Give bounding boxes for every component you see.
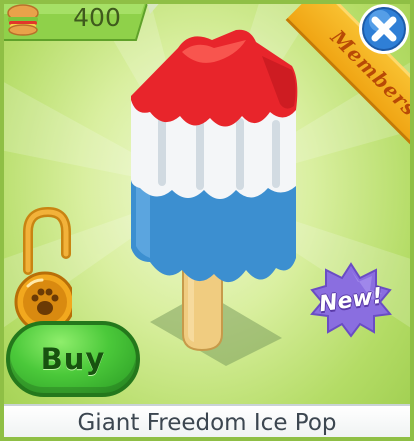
buy-button-label: Buy: [40, 342, 106, 376]
item-shop-popup: 400 Members New! Buy Giant Freedom Ice P…: [0, 0, 414, 441]
sandwich-icon: [7, 4, 39, 36]
close-button[interactable]: [357, 2, 411, 56]
buy-button[interactable]: Buy: [6, 321, 140, 397]
item-name: Giant Freedom Ice Pop: [77, 410, 337, 436]
paw-lock-icon: [14, 206, 72, 333]
item-name-bar: Giant Freedom Ice Pop: [0, 404, 414, 441]
currency-display: 400: [0, 0, 163, 44]
coin-count: 400: [73, 3, 121, 32]
